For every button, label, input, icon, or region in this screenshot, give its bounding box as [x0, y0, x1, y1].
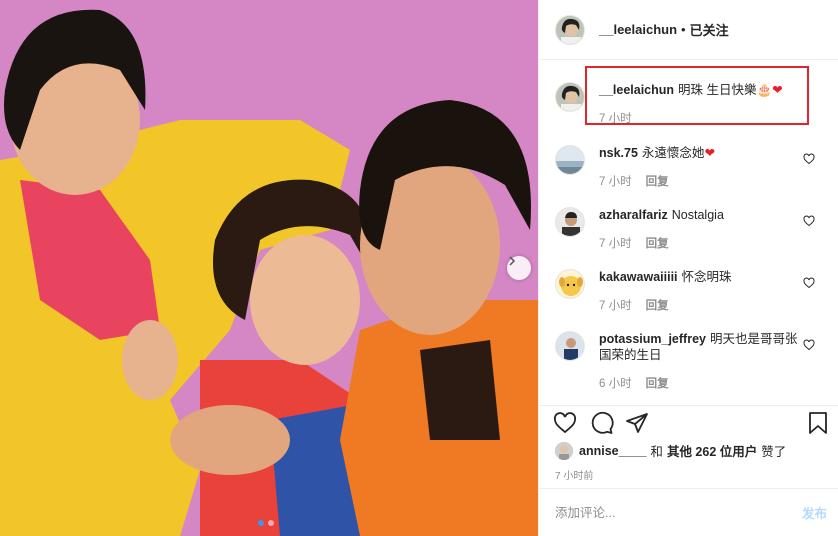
heart-outline-icon[interactable] — [803, 153, 815, 165]
comment-avatar[interactable] — [555, 145, 585, 175]
reply-button[interactable]: 回复 — [646, 297, 669, 313]
carousel-dot — [258, 520, 264, 526]
post-timestamp[interactable]: 7 小时前 — [555, 467, 593, 482]
comment-meta: 7 小时 回复 — [599, 173, 669, 189]
carousel-dots — [258, 520, 274, 526]
comment-emoji: ❤ — [704, 146, 715, 160]
comment-bubble-icon[interactable] — [590, 411, 614, 435]
share-paper-plane-icon[interactable] — [625, 411, 649, 435]
likes-summary: annise____ 和 其他 262 位用户 赞了 — [555, 441, 786, 460]
photo-illustration — [0, 0, 538, 536]
comment-meta: 7 小时 回复 — [599, 235, 669, 251]
comment-text: nsk.75 永遠懷念她❤ — [599, 145, 799, 161]
likes-suffix: 赞了 — [761, 445, 787, 459]
owner-avatar[interactable] — [555, 14, 585, 45]
reply-button[interactable]: 回复 — [646, 173, 669, 189]
annotation-highlight-box — [585, 66, 809, 125]
comment-avatar[interactable] — [555, 207, 585, 237]
comment-username[interactable]: azharalfariz — [599, 208, 668, 222]
comment-meta: 7 小时 回复 — [599, 297, 669, 313]
comment-text: kakawawaiiiii 怀念明珠 — [599, 269, 799, 285]
comment-avatar[interactable] — [555, 269, 585, 299]
carousel-next-button[interactable] — [507, 256, 531, 280]
liker-avatar[interactable] — [555, 441, 573, 460]
comment-input[interactable] — [555, 505, 802, 520]
post-photo[interactable] — [0, 0, 538, 536]
post-header: __leelaichun • 已关注 — [539, 0, 838, 60]
comment-message: 怀念明珠 — [681, 270, 732, 284]
like-heart-icon[interactable] — [553, 411, 577, 435]
owner-username[interactable]: __leelaichun — [599, 22, 677, 37]
comment-message: Nostalgia — [671, 208, 724, 222]
caption-avatar[interactable] — [555, 82, 585, 112]
reply-button[interactable]: 回复 — [646, 235, 669, 251]
following-button[interactable]: 已关注 — [690, 20, 729, 39]
comment-text: azharalfariz Nostalgia — [599, 207, 799, 223]
post-actions-bar — [539, 405, 838, 435]
comment-message: 永遠懷念她 — [641, 146, 705, 160]
liker-username[interactable]: annise____ — [579, 444, 646, 458]
post-comment-button[interactable]: 发布 — [802, 503, 827, 522]
comment-avatar[interactable] — [555, 331, 585, 361]
likes-others-link[interactable]: 其他 262 位用户 — [667, 441, 757, 460]
comment-username[interactable]: potassium_jeffrey — [599, 332, 706, 346]
heart-outline-icon[interactable] — [803, 277, 815, 289]
reply-button[interactable]: 回复 — [646, 375, 669, 391]
chevron-right-icon — [509, 256, 516, 266]
heart-outline-icon[interactable] — [803, 215, 815, 227]
comment-meta: 6 小时 回复 — [599, 375, 669, 391]
comment-time[interactable]: 7 小时 — [599, 297, 632, 313]
comment-time[interactable]: 7 小时 — [599, 235, 632, 251]
comment-time[interactable]: 7 小时 — [599, 173, 632, 189]
header-separator: • — [681, 22, 686, 37]
comment-username[interactable]: nsk.75 — [599, 146, 638, 160]
bookmark-icon[interactable] — [807, 411, 829, 435]
carousel-dot — [268, 520, 274, 526]
likes-and: 和 — [650, 445, 663, 459]
add-comment-bar: 发布 — [539, 488, 838, 536]
comment-text: potassium_jeffrey 明天也是哥哥张国荣的生日 — [599, 331, 799, 363]
heart-outline-icon[interactable] — [803, 339, 815, 351]
comment-time[interactable]: 6 小时 — [599, 375, 632, 391]
comment-username[interactable]: kakawawaiiiii — [599, 270, 678, 284]
